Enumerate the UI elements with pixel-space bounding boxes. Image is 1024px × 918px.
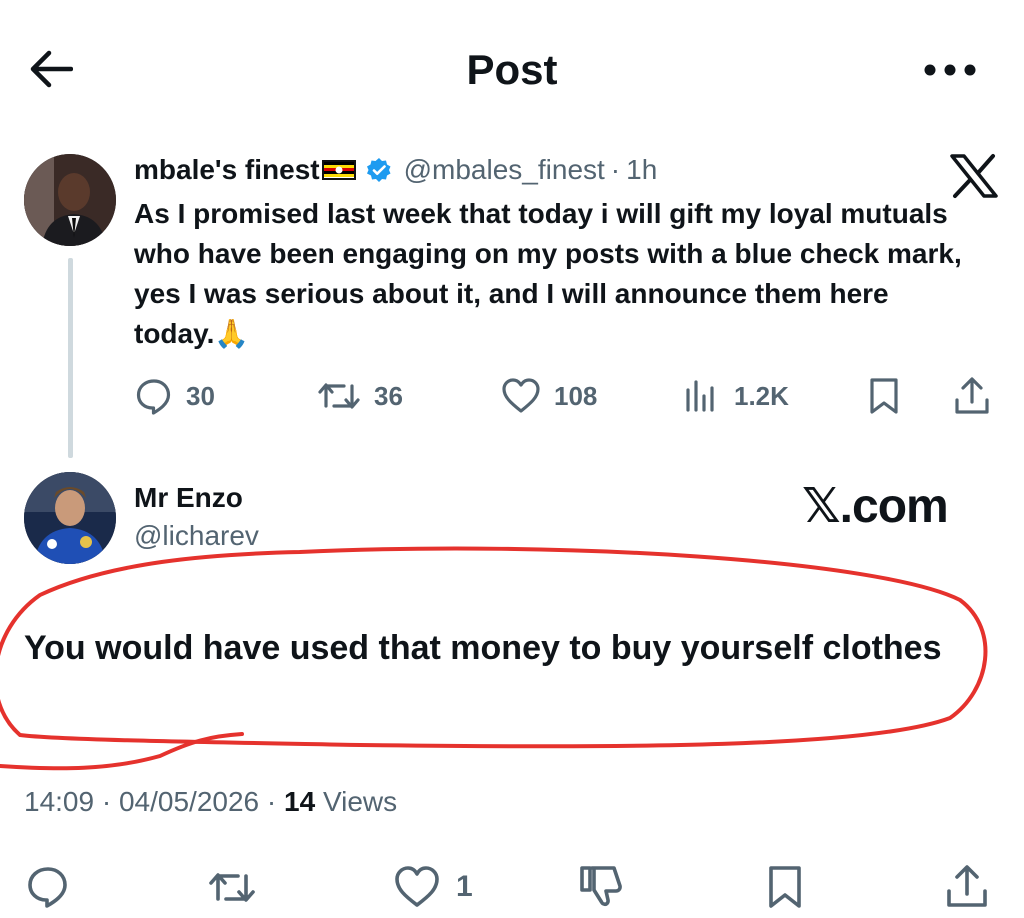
- meta-separator: ·: [101, 786, 112, 817]
- share-button[interactable]: [952, 372, 992, 420]
- reply-share-button[interactable]: [944, 862, 990, 912]
- views-button[interactable]: 1.2K: [682, 372, 789, 420]
- reply-text: You would have used that money to buy yo…: [24, 629, 942, 667]
- reply-icon: [24, 864, 72, 910]
- avatar-mr-enzo[interactable]: [24, 472, 116, 564]
- reply-button[interactable]: 30: [134, 372, 215, 420]
- tweet-header: mbale's finest @mbales_finest · 1h: [134, 152, 657, 188]
- reply-like-count: 1: [456, 870, 473, 903]
- verified-badge-icon: [366, 157, 392, 183]
- handle[interactable]: @mbales_finest: [404, 154, 605, 186]
- tweet-text: As I promised last week that today i wil…: [134, 198, 962, 349]
- reply-time: 14:09: [24, 786, 95, 817]
- avatar-mbales-finest[interactable]: [24, 154, 116, 246]
- share-icon: [952, 376, 992, 416]
- reply-views-count: 14: [284, 786, 316, 817]
- reply-bookmark-button[interactable]: [762, 862, 808, 912]
- timestamp[interactable]: 1h: [626, 154, 657, 186]
- reply-actions: 1: [0, 856, 1024, 918]
- x-com-watermark: 𝕏.com: [802, 480, 949, 533]
- more-options-button[interactable]: [918, 50, 982, 90]
- reply-handle[interactable]: @licharev: [134, 520, 259, 552]
- more-icon: [924, 64, 976, 76]
- reply-date: 04/05/2026: [118, 786, 260, 817]
- share-icon: [944, 864, 990, 910]
- display-name[interactable]: mbale's finest: [134, 154, 320, 186]
- like-count: 108: [554, 380, 598, 411]
- reply-dislike-button[interactable]: [578, 862, 626, 912]
- repost-count: 36: [374, 380, 403, 411]
- repost-icon: [316, 376, 362, 416]
- bookmark-button[interactable]: [864, 372, 904, 420]
- repost-button[interactable]: 36: [316, 372, 403, 420]
- bookmark-icon: [864, 376, 904, 416]
- red-circle-annotation: [0, 546, 988, 771]
- reply-icon: [134, 376, 174, 416]
- tweet-actions: 30 36 108 1.2K: [134, 372, 1004, 420]
- repost-icon: [206, 864, 258, 910]
- like-button[interactable]: 108: [500, 372, 597, 420]
- views-icon: [682, 376, 722, 416]
- reply-repost-button[interactable]: [206, 862, 258, 912]
- bookmark-icon: [762, 864, 808, 910]
- reply-count: 30: [186, 380, 215, 411]
- reply-meta: 14:09 · 04/05/2026 · 14 Views: [24, 786, 397, 818]
- dislike-icon: [578, 864, 626, 910]
- like-icon: [500, 376, 542, 416]
- uganda-flag-icon: [321, 160, 356, 180]
- reply-reply-button[interactable]: [24, 862, 72, 912]
- separator: ·: [610, 154, 621, 185]
- thread-connector-line: [68, 258, 73, 458]
- page-title: Post: [466, 46, 558, 93]
- reply-display-name[interactable]: Mr Enzo: [134, 482, 243, 514]
- like-icon: [392, 864, 442, 910]
- reply-like-button[interactable]: 1: [392, 862, 473, 912]
- views-count: 1.2K: [734, 380, 789, 411]
- reply-views-label: Views: [322, 786, 398, 817]
- meta-separator: ·: [266, 786, 277, 817]
